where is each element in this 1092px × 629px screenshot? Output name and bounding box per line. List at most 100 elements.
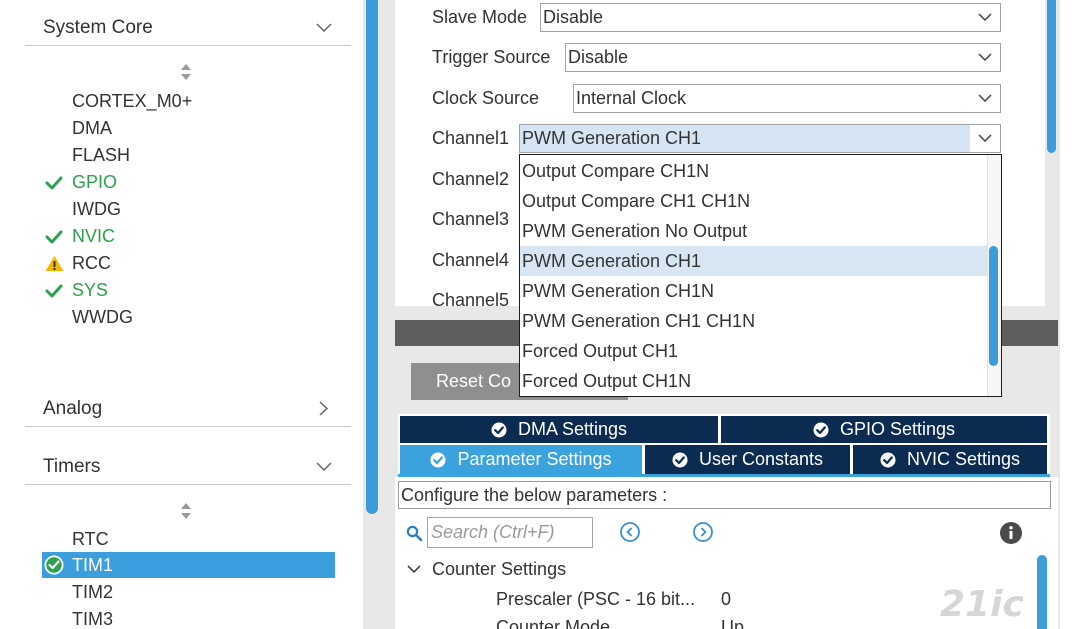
chevron-down-icon (978, 134, 992, 143)
tree-item-nvic[interactable]: NVIC (45, 223, 335, 250)
search-icon (406, 525, 423, 542)
category-header-timers[interactable]: Timers (25, 449, 351, 485)
slave-mode-select[interactable]: Disable (540, 3, 1001, 32)
parameters-scrollbar-thumb[interactable] (1037, 555, 1047, 629)
trigger-source-select[interactable]: Disable (565, 43, 1001, 72)
param-value-prescaler[interactable]: 0 (721, 586, 731, 612)
tab-gpio-settings[interactable]: GPIO Settings (721, 416, 1047, 443)
field-label: Channel4 (432, 246, 509, 275)
category-title: System Core (43, 10, 153, 46)
tree-item-label: DMA (72, 115, 112, 142)
category-title: Analog (43, 391, 102, 427)
peripheral-tree-panel: System Core CORTEX_M0+ DMA FLASH GPIO IW… (0, 0, 363, 629)
search-input[interactable] (427, 517, 593, 548)
chevron-down-icon (978, 94, 992, 103)
tree-item-tim3[interactable]: TIM3 (45, 606, 335, 629)
dropdown-option[interactable]: PWM Generation No Output (520, 216, 987, 246)
instruction-text: Configure the below parameters : (398, 481, 1051, 509)
select-value: Disable (543, 4, 603, 31)
clock-source-select[interactable]: Internal Clock (573, 84, 1001, 113)
tree-scrollbar-thumb[interactable] (366, 0, 378, 514)
tab-label: Parameter Settings (457, 449, 611, 470)
tree-item-tim2[interactable]: TIM2 (45, 579, 335, 606)
check-circle-icon (44, 555, 64, 575)
tab-user-constants[interactable]: User Constants (645, 445, 850, 474)
tree-item-label: WWDG (72, 304, 133, 331)
chevron-down-icon (978, 53, 992, 62)
param-name-counter-mode: Counter Mode (496, 614, 610, 629)
dropdown-option[interactable]: Output Compare CH1N (520, 156, 987, 186)
channel1-dropdown-list: Output Compare CH1N Output Compare CH1 C… (519, 154, 1002, 397)
tab-nvic-settings[interactable]: NVIC Settings (853, 445, 1047, 474)
check-circle-icon (430, 452, 446, 468)
category-header-system-core[interactable]: System Core (25, 10, 351, 46)
check-icon (45, 229, 63, 245)
tree-item-tim1[interactable]: TIM1 (42, 552, 335, 578)
tab-label: User Constants (699, 449, 823, 470)
tree-item-flash[interactable]: FLASH (45, 142, 335, 169)
warning-icon (45, 255, 64, 272)
category-header-analog[interactable]: Analog (25, 391, 351, 427)
tab-label: NVIC Settings (907, 449, 1020, 470)
param-value-counter-mode[interactable]: Up (721, 614, 744, 629)
param-name-prescaler: Prescaler (PSC - 16 bit... (496, 586, 695, 612)
dropdown-option[interactable]: Output Compare CH1 CH1N (520, 186, 987, 216)
tab-dma-settings[interactable]: DMA Settings (400, 416, 718, 443)
check-circle-icon (672, 452, 688, 468)
tree-item-rtc[interactable]: RTC (45, 526, 335, 553)
field-label: Channel1 (432, 124, 509, 153)
tree-item-label: RTC (72, 526, 109, 553)
info-icon[interactable] (999, 521, 1023, 545)
tree-item-sys[interactable]: SYS (45, 277, 335, 304)
tree-item-gpio[interactable]: GPIO (45, 169, 335, 196)
field-label: Channel3 (432, 205, 509, 234)
next-match-icon[interactable] (692, 521, 714, 543)
select-value: Disable (568, 44, 628, 71)
dropdown-option[interactable]: Forced Output CH1N (520, 366, 987, 396)
field-label: Trigger Source (432, 43, 550, 72)
sort-icon[interactable] (180, 502, 192, 520)
tree-item-dma[interactable]: DMA (45, 115, 335, 142)
field-label: Clock Source (432, 84, 539, 113)
select-value: Internal Clock (576, 85, 686, 112)
chevron-down-icon[interactable] (407, 565, 421, 574)
watermark-logo: 21ic (940, 584, 1024, 625)
chevron-right-icon (319, 401, 328, 416)
tree-item-label: SYS (72, 277, 108, 304)
dropdown-option[interactable]: PWM Generation CH1N (520, 276, 987, 306)
tree-item-cortex-m0[interactable]: CORTEX_M0+ (45, 88, 335, 115)
dropdown-option-highlighted[interactable]: PWM Generation CH1 (520, 246, 987, 276)
check-icon (45, 175, 63, 191)
field-label: Channel2 (432, 165, 509, 194)
check-circle-icon (880, 452, 896, 468)
previous-match-icon[interactable] (619, 521, 641, 543)
select-value: PWM Generation CH1 (522, 125, 701, 152)
tree-item-label: TIM1 (72, 552, 113, 578)
tree-item-label: NVIC (72, 223, 115, 250)
field-label: Channel5 (432, 286, 509, 306)
dropdown-option[interactable]: Forced Output CH1 (520, 336, 987, 366)
tab-parameter-settings[interactable]: Parameter Settings (400, 445, 642, 474)
chevron-down-icon (978, 13, 992, 22)
tree-item-label: FLASH (72, 142, 130, 169)
check-circle-icon (491, 422, 507, 438)
category-title: Timers (43, 449, 100, 485)
dropdown-option[interactable]: PWM Generation CH1 CH1N (520, 306, 987, 336)
check-icon (45, 283, 63, 299)
mode-scrollbar-thumb[interactable] (1047, 0, 1056, 153)
channel1-select[interactable]: PWM Generation CH1 (519, 124, 1001, 153)
check-circle-icon (813, 422, 829, 438)
tree-item-iwdg[interactable]: IWDG (45, 196, 335, 223)
tree-item-label: CORTEX_M0+ (72, 88, 192, 115)
chevron-down-icon (316, 462, 332, 471)
tree-item-label: RCC (72, 250, 111, 277)
tab-label: DMA Settings (518, 419, 627, 440)
group-title-counter-settings[interactable]: Counter Settings (432, 556, 566, 582)
tree-item-label: TIM3 (72, 606, 113, 629)
tree-item-label: IWDG (72, 196, 121, 223)
dropdown-scrollbar-thumb[interactable] (989, 246, 998, 366)
tree-item-wwdg[interactable]: WWDG (45, 304, 335, 331)
field-label: Slave Mode (432, 3, 527, 32)
tree-item-rcc[interactable]: RCC (45, 250, 335, 277)
sort-icon[interactable] (180, 63, 192, 81)
